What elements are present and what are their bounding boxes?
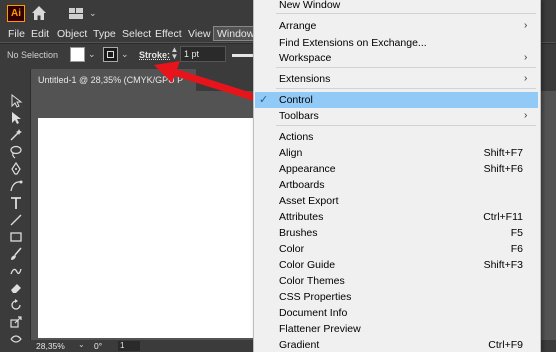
scale-tool-icon[interactable] xyxy=(9,315,23,329)
tools-panel xyxy=(0,69,31,352)
menu-item-gradient[interactable]: Gradient xyxy=(279,339,319,351)
shortcut-label: F6 xyxy=(510,243,523,255)
menu-separator xyxy=(276,125,536,126)
chevron-right-icon: › xyxy=(524,52,528,63)
chevron-right-icon: › xyxy=(524,110,528,121)
menu-item-control[interactable]: Control xyxy=(279,94,313,106)
magic-wand-tool-icon[interactable] xyxy=(9,128,23,142)
chevron-down-icon[interactable]: ⌄ xyxy=(88,49,96,60)
menu-file[interactable]: File xyxy=(5,27,28,41)
illustrator-logo: Ai xyxy=(7,5,25,22)
menu-item-document-info[interactable]: Document Info xyxy=(279,307,347,319)
chevron-down-icon[interactable]: ⌄ xyxy=(78,340,85,349)
menu-item-flattener-preview[interactable]: Flattener Preview xyxy=(279,323,361,335)
red-arrow-annotation xyxy=(154,61,270,105)
menu-item-attributes[interactable]: Attributes xyxy=(279,211,323,223)
menu-item-new-window[interactable]: New Window xyxy=(279,0,340,11)
rectangle-tool-icon[interactable] xyxy=(9,230,23,244)
menu-item-extensions[interactable]: Extensions xyxy=(279,73,330,85)
workspace-switcher-icon[interactable] xyxy=(69,8,83,19)
direct-selection-tool-icon[interactable] xyxy=(9,111,23,125)
paintbrush-tool-icon[interactable] xyxy=(9,247,23,261)
menu-item-color[interactable]: Color xyxy=(279,243,304,255)
menu-window[interactable]: Window xyxy=(213,26,259,41)
menu-item-css-properties[interactable]: CSS Properties xyxy=(279,291,351,303)
selection-tool-icon[interactable] xyxy=(9,94,23,108)
curvature-tool-icon[interactable] xyxy=(9,179,23,193)
menu-view[interactable]: View xyxy=(185,27,214,41)
home-icon[interactable] xyxy=(31,5,47,21)
pen-tool-icon[interactable] xyxy=(9,162,23,176)
chevron-down-icon[interactable]: ⌄ xyxy=(89,8,97,19)
rotate-tool-icon[interactable] xyxy=(9,298,23,312)
rotation-angle[interactable]: 0° xyxy=(94,341,102,351)
shortcut-label: Shift+F6 xyxy=(483,163,523,175)
menu-item-workspace[interactable]: Workspace xyxy=(279,52,331,64)
menu-item-asset-export[interactable]: Asset Export xyxy=(279,195,339,207)
shortcut-label: Ctrl+F9 xyxy=(488,339,523,351)
menu-item-color-guide[interactable]: Color Guide xyxy=(279,259,335,271)
menu-item-find-extensions[interactable]: Find Extensions on Exchange... xyxy=(279,37,427,49)
checkmark-icon: ✓ xyxy=(259,94,269,106)
menu-item-color-themes[interactable]: Color Themes xyxy=(279,275,345,287)
artboard[interactable] xyxy=(38,118,274,338)
fill-color-swatch[interactable] xyxy=(70,47,85,62)
stroke-color-swatch[interactable] xyxy=(103,47,118,62)
artboard-number[interactable]: 1 xyxy=(118,341,140,351)
shaper-tool-icon[interactable] xyxy=(9,264,23,278)
menu-item-appearance[interactable]: Appearance xyxy=(279,163,336,175)
eraser-tool-icon[interactable] xyxy=(9,281,23,295)
menu-edit[interactable]: Edit xyxy=(28,27,52,41)
lasso-tool-icon[interactable] xyxy=(9,145,23,159)
menu-object[interactable]: Object xyxy=(54,27,90,41)
chevron-down-icon[interactable]: ⌄ xyxy=(121,49,129,60)
menu-separator xyxy=(276,88,536,89)
line-tool-icon[interactable] xyxy=(9,213,23,227)
chevron-right-icon: › xyxy=(524,73,528,84)
shortcut-label: F5 xyxy=(510,227,523,239)
width-tool-icon[interactable] xyxy=(9,332,23,346)
menu-item-artboards[interactable]: Artboards xyxy=(279,179,325,191)
menu-separator xyxy=(276,13,536,14)
menu-item-arrange[interactable]: Arrange xyxy=(279,20,316,32)
type-tool-icon[interactable] xyxy=(9,196,23,210)
menu-item-brushes[interactable]: Brushes xyxy=(279,227,318,239)
menu-separator xyxy=(276,67,536,68)
menu-effect[interactable]: Effect xyxy=(152,27,185,41)
menu-item-align[interactable]: Align xyxy=(279,147,302,159)
shortcut-label: Shift+F3 xyxy=(483,259,523,271)
menu-item-toolbars[interactable]: Toolbars xyxy=(279,110,319,122)
shortcut-label: Shift+F7 xyxy=(483,147,523,159)
menu-item-actions[interactable]: Actions xyxy=(279,131,313,143)
selection-status: No Selection xyxy=(7,50,59,60)
zoom-level[interactable]: 28,35% xyxy=(36,341,65,351)
menu-type[interactable]: Type xyxy=(90,27,119,41)
menu-select[interactable]: Select xyxy=(119,27,154,41)
shortcut-label: Ctrl+F11 xyxy=(483,211,523,223)
chevron-right-icon: › xyxy=(524,20,528,31)
